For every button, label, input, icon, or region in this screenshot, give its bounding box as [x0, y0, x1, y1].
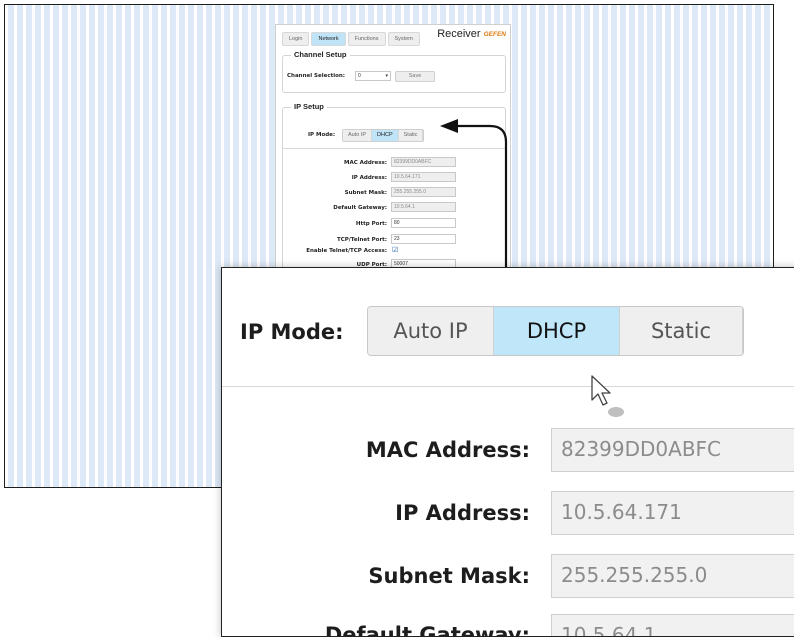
- zoom-default-gateway-field: 10.5.64.1: [551, 614, 794, 636]
- zoom-mac-address-label: MAC Address:: [365, 438, 530, 462]
- zoom-inset: IP Mode: Auto IP DHCP Static MAC Address…: [221, 267, 794, 637]
- zoom-subnet-mask-label: Subnet Mask:: [368, 564, 530, 588]
- zoom-mac-address-field: 82399DD0ABFC: [551, 428, 794, 472]
- zoom-ip-mode-auto-ip[interactable]: Auto IP: [368, 307, 494, 355]
- zoom-ip-mode-selector: Auto IP DHCP Static: [367, 306, 744, 356]
- mouse-pointer-icon: [591, 375, 624, 417]
- zoom-default-gateway-label: Default Gateway:: [324, 623, 530, 637]
- zoom-subnet-mask-field: 255.255.255.0: [551, 554, 794, 598]
- zoom-divider: [222, 386, 794, 387]
- zoom-ip-address-label: IP Address:: [395, 501, 530, 525]
- zoom-ip-mode-static[interactable]: Static: [620, 307, 743, 355]
- callout-arrow-head: [440, 119, 458, 133]
- callout-arrow-line: [455, 124, 508, 270]
- zoom-ip-mode-label: IP Mode:: [240, 320, 344, 344]
- zoom-ip-address-field: 10.5.64.171: [551, 491, 794, 535]
- zoom-ip-mode-dhcp[interactable]: DHCP: [494, 307, 620, 355]
